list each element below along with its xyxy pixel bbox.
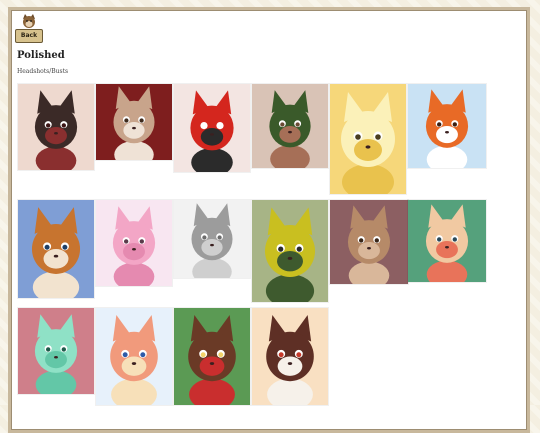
character-art [269, 90, 311, 168]
back-button[interactable]: Back [15, 13, 43, 43]
page-title: Polished [17, 50, 65, 61]
gallery-thumbnail[interactable] [408, 84, 486, 168]
character-art [190, 90, 234, 172]
character-art [112, 206, 156, 286]
character-art [31, 207, 81, 298]
gallery-thumbnail[interactable] [18, 84, 94, 170]
character-art [347, 205, 391, 284]
page-subtitle: Headshots/Busts [17, 68, 69, 75]
gallery-thumbnail[interactable] [96, 308, 172, 405]
character-art [188, 315, 236, 405]
character-art [425, 89, 469, 168]
character-art [34, 314, 78, 394]
character-art [266, 315, 314, 405]
gallery-thumbnail[interactable] [252, 84, 328, 168]
gallery-thumbnail[interactable] [252, 308, 328, 405]
gallery-thumbnail[interactable] [18, 200, 94, 298]
character-art [34, 90, 78, 170]
gallery-thumbnail[interactable] [174, 200, 250, 278]
gallery-thumbnail[interactable] [96, 84, 172, 160]
gallery-thumbnail[interactable] [252, 200, 328, 302]
gallery-thumbnail[interactable] [96, 200, 172, 286]
gallery-thumbnail[interactable] [18, 308, 94, 394]
gallery-thumbnail[interactable] [174, 84, 250, 172]
back-button-label: Back [15, 29, 43, 43]
character-art [110, 315, 158, 405]
gallery-thumbnail[interactable] [174, 308, 250, 405]
character-art [264, 207, 316, 302]
character-head-icon [21, 13, 37, 29]
character-art [341, 92, 395, 194]
gallery-thumbnail[interactable] [330, 84, 406, 194]
character-art [113, 86, 155, 160]
character-art [425, 204, 469, 282]
gallery-thumbnail[interactable] [330, 200, 408, 284]
gallery-thumbnail[interactable] [408, 200, 486, 282]
character-art [191, 203, 233, 278]
